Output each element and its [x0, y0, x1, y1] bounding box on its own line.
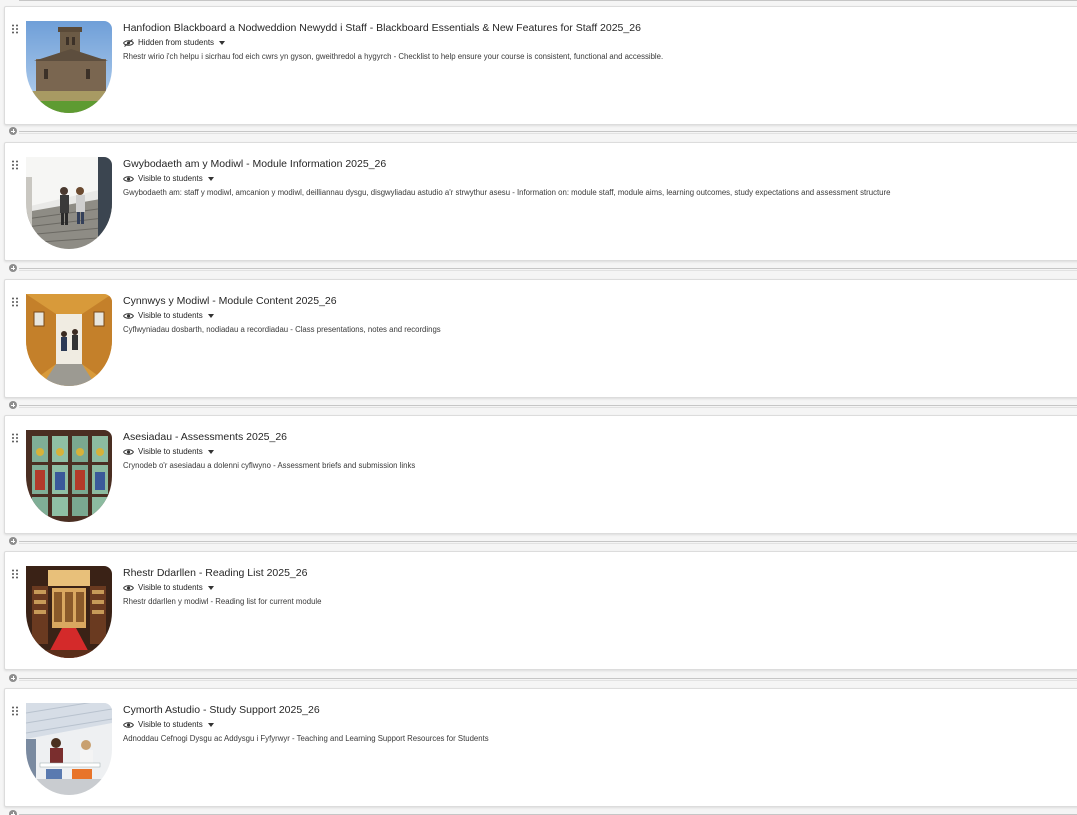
eye-icon	[123, 721, 134, 728]
chevron-down-icon	[207, 722, 214, 727]
divider-line	[19, 0, 1077, 1]
add-content-plus-icon[interactable]	[9, 537, 17, 545]
add-content-plus-icon[interactable]	[9, 127, 17, 135]
chevron-down-icon	[219, 40, 226, 45]
visibility-label: Hidden from students	[138, 38, 215, 47]
eye-icon	[123, 584, 134, 591]
visibility-dropdown[interactable]: Visible to students	[123, 447, 214, 456]
chevron-down-icon	[207, 176, 214, 181]
drag-handle-icon[interactable]	[11, 24, 19, 34]
chevron-down-icon	[207, 585, 214, 590]
content-item-description: Cyflwyniadau dosbarth, nodiadau a record…	[123, 325, 441, 334]
divider-line	[19, 405, 1077, 406]
add-content-divider	[0, 127, 1077, 137]
drag-handle-icon[interactable]	[11, 569, 19, 579]
add-content-plus-icon[interactable]	[9, 264, 17, 272]
content-item-title[interactable]: Gwybodaeth am y Modiwl - Module Informat…	[123, 158, 386, 170]
divider-line	[19, 541, 1077, 542]
visibility-dropdown[interactable]: Visible to students	[123, 174, 214, 183]
library-interior-image[interactable]	[26, 566, 112, 658]
content-item-title[interactable]: Cymorth Astudio - Study Support 2025_26	[123, 704, 320, 716]
eye-icon	[123, 448, 134, 455]
divider-line-shadow	[19, 133, 1077, 134]
chevron-down-icon	[207, 449, 214, 454]
add-content-divider	[0, 810, 1077, 815]
visibility-dropdown[interactable]: Visible to students	[123, 311, 214, 320]
visibility-label: Visible to students	[138, 583, 203, 592]
content-item-description: Rhestr ddarllen y modiwl - Reading list …	[123, 597, 322, 606]
content-item-title[interactable]: Rhestr Ddarllen - Reading List 2025_26	[123, 567, 307, 579]
content-item-description: Rhestr wirio i'ch helpu i sicrhau fod ei…	[123, 52, 664, 61]
drag-handle-icon[interactable]	[11, 706, 19, 716]
visibility-label: Visible to students	[138, 447, 203, 456]
content-item-description: Adnoddau Cefnogi Dysgu ac Addysgu i Fyfy…	[123, 734, 489, 743]
content-item-description: Crynodeb o'r asesiadau a dolenni cyflwyn…	[123, 461, 416, 470]
add-content-plus-icon[interactable]	[9, 810, 17, 815]
content-item-card[interactable]: Cynnwys y Modiwl - Module Content 2025_2…	[4, 279, 1077, 398]
content-item-card[interactable]: Cymorth Astudio - Study Support 2025_26 …	[4, 688, 1077, 807]
wooden-corridor-image[interactable]	[26, 294, 112, 386]
add-content-divider	[0, 674, 1077, 684]
divider-line	[19, 131, 1077, 132]
add-content-plus-icon[interactable]	[9, 401, 17, 409]
add-content-divider	[0, 401, 1077, 411]
visibility-dropdown[interactable]: Visible to students	[123, 720, 214, 729]
add-content-divider	[0, 264, 1077, 274]
divider-line-shadow	[19, 270, 1077, 271]
visibility-label: Visible to students	[138, 174, 203, 183]
drag-handle-icon[interactable]	[11, 433, 19, 443]
content-item-description: Gwybodaeth am: staff y modiwl, amcanion …	[123, 188, 891, 197]
visibility-dropdown[interactable]: Hidden from students	[123, 38, 226, 47]
content-item-card[interactable]: Asesiadau - Assessments 2025_26 Visible …	[4, 415, 1077, 534]
content-item-card[interactable]: Rhestr Ddarllen - Reading List 2025_26 V…	[4, 551, 1077, 670]
divider-line	[19, 678, 1077, 679]
divider-line	[19, 268, 1077, 269]
content-item-title[interactable]: Asesiadau - Assessments 2025_26	[123, 431, 287, 443]
eye-icon	[123, 312, 134, 319]
study-space-image[interactable]	[26, 703, 112, 795]
stained-glass-image[interactable]	[26, 430, 112, 522]
visibility-dropdown[interactable]: Visible to students	[123, 583, 214, 592]
visibility-label: Visible to students	[138, 720, 203, 729]
add-content-divider	[0, 537, 1077, 547]
chevron-down-icon	[207, 313, 214, 318]
content-item-card[interactable]: Hanfodion Blackboard a Nodweddion Newydd…	[4, 6, 1077, 125]
castle-building-image[interactable]	[26, 21, 112, 113]
eye-icon	[123, 175, 134, 182]
content-item-title[interactable]: Hanfodion Blackboard a Nodweddion Newydd…	[123, 22, 641, 34]
add-content-plus-icon[interactable]	[9, 674, 17, 682]
course-content-page: Hanfodion Blackboard a Nodweddion Newydd…	[0, 0, 1077, 815]
divider-line-shadow	[19, 407, 1077, 408]
divider-line-shadow	[19, 543, 1077, 544]
visibility-label: Visible to students	[138, 311, 203, 320]
content-item-card[interactable]: Gwybodaeth am y Modiwl - Module Informat…	[4, 142, 1077, 261]
divider-line-shadow	[19, 680, 1077, 681]
content-item-title[interactable]: Cynnwys y Modiwl - Module Content 2025_2…	[123, 295, 337, 307]
drag-handle-icon[interactable]	[11, 297, 19, 307]
students-on-stairs-image[interactable]	[26, 157, 112, 249]
eye-slash-icon	[123, 38, 134, 47]
drag-handle-icon[interactable]	[11, 160, 19, 170]
